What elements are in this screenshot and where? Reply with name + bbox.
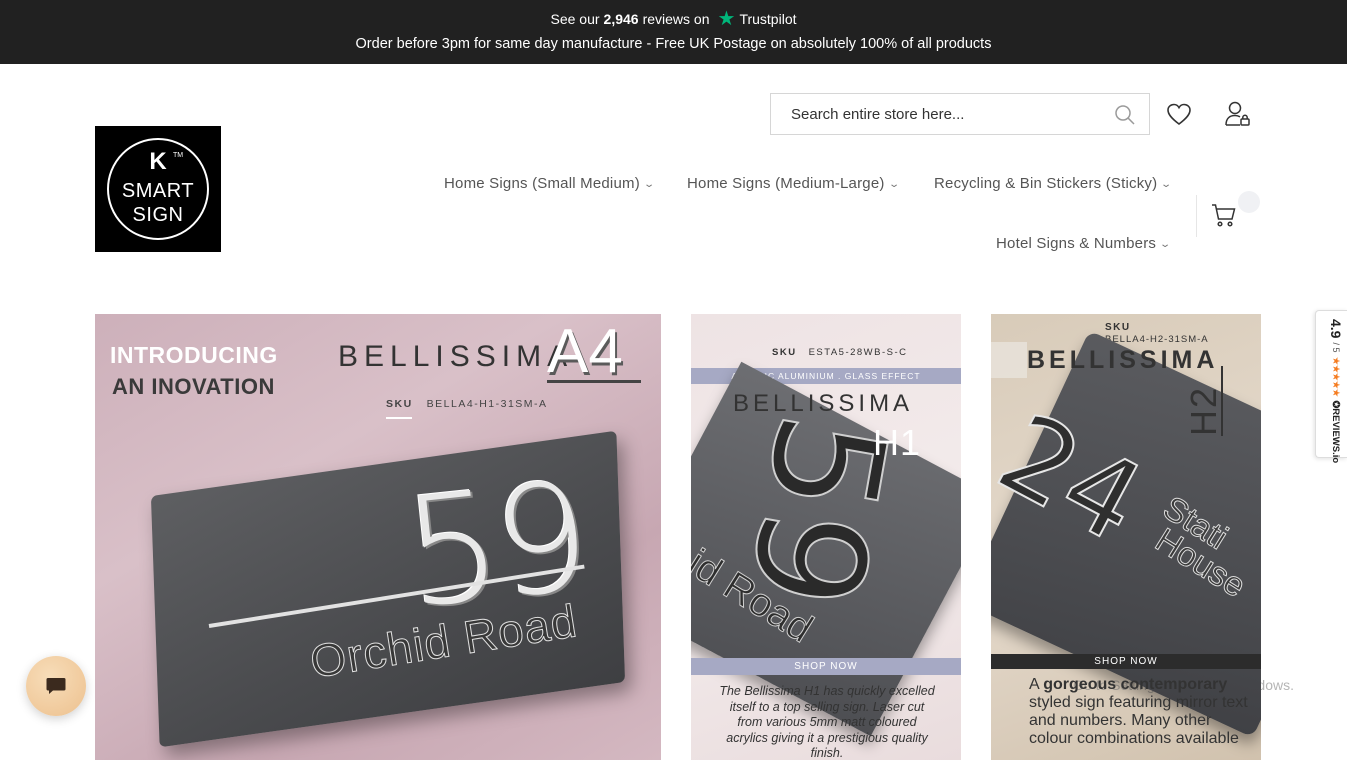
sku-label: SKU (386, 398, 413, 410)
nav-label: Home Signs (Small Medium) (444, 175, 640, 192)
search-box (770, 93, 1150, 135)
banner-intro-line2: AN INOVATION (112, 374, 275, 399)
banner-bellissima-h2[interactable]: SKU BELLA4-H2-31SM-A 24 Stati House BELL… (991, 314, 1261, 760)
announcement-bar: See our 2,946 reviews on ★ Trustpilot Or… (0, 0, 1347, 64)
chevron-down-icon: ⌄ (1160, 179, 1173, 190)
banner-bellissima-h1[interactable]: SKU ESTA5-28WB-S-C ACRYLIC ALUMINIUM . GL… (691, 314, 961, 760)
review-stars-icon: ★★★★★ (1330, 356, 1342, 397)
chevron-down-icon: ⌄ (887, 179, 900, 190)
trustpilot-brand: Trustpilot (739, 11, 797, 27)
banner-intro-line1: INTRODUCING (110, 342, 278, 368)
chevron-down-icon: ⌄ (643, 179, 656, 190)
banner-title: BELLISSIMA (1027, 346, 1219, 374)
logo-k: K (149, 148, 167, 175)
reviews-prefix: See our (550, 11, 600, 27)
chevron-down-icon: ⌄ (1159, 239, 1172, 250)
logo-ring: K TM SMART SIGN (107, 138, 209, 240)
trustpilot-link[interactable]: See our 2,946 reviews on ★ Trustpilot (0, 8, 1347, 30)
nav-label: Recycling & Bin Stickers (Sticky) (934, 175, 1158, 192)
wishlist-heart-icon[interactable] (1165, 101, 1193, 129)
logo-sign: SIGN (132, 204, 184, 226)
nav-label: Home Signs (Medium-Large) (687, 175, 885, 192)
sku-value: BELLA4-H2-31SM-A (1105, 334, 1209, 345)
account-user-icon[interactable] (1223, 100, 1251, 128)
review-score: 4.9 (1328, 319, 1344, 339)
trustpilot-star-icon: ★ (717, 8, 736, 30)
promo-text: Order before 3pm for same day manufactur… (355, 36, 992, 52)
banner-sku: SKU BELLA4-H1-31SM-A (386, 398, 548, 410)
sku-label: SKU (772, 347, 797, 358)
shop-now-button[interactable]: SHOP NOW (691, 658, 961, 675)
banner-description: A gorgeous contemporary styled sign feat… (1029, 676, 1254, 748)
nav-home-signs-medium-large[interactable]: Home Signs (Medium-Large) ⌄ (687, 175, 900, 192)
sku-label: SKU (1105, 322, 1131, 333)
shop-now-button[interactable]: SHOP NOW (991, 654, 1261, 669)
banner-sku: SKU ESTA5-28WB-S-C (772, 347, 908, 358)
site-logo[interactable]: K TM SMART SIGN (95, 126, 221, 252)
logo-smart: SMART (121, 180, 195, 202)
reviews-tab-content: 4.9 / 5 ★★★★★ ✪REVIEWS.io (1328, 319, 1344, 463)
model-underline (547, 380, 641, 383)
cart-count-badge[interactable] (1238, 191, 1260, 213)
decorative-square (991, 342, 1027, 378)
banner-model: A4 (547, 317, 623, 386)
reviews-count: 2,946 (603, 11, 639, 27)
shopping-cart-icon[interactable] (1210, 201, 1238, 229)
banner-model: H2 (1183, 385, 1224, 436)
reviews-io-tab[interactable]: 4.9 / 5 ★★★★★ ✪REVIEWS.io (1315, 310, 1347, 463)
nav-hotel-signs-numbers[interactable]: Hotel Signs & Numbers ⌄ (996, 235, 1172, 252)
banner-description: The Bellissima H1 has quickly excelled i… (719, 684, 935, 760)
desc-bold: gorgeous contemporary (1043, 676, 1228, 693)
banner-bellissima-a4[interactable]: INTRODUCING AN INOVATION BELLISSIMA A4 S… (95, 314, 661, 760)
reviews-brand: ✪REVIEWS.io (1330, 400, 1342, 464)
chat-bubble-icon (46, 678, 66, 694)
banner-title: BELLISSIMA (733, 390, 914, 417)
banner-model: H1 (873, 422, 922, 463)
review-scale: / 5 (1331, 342, 1341, 353)
cart-divider (1196, 195, 1197, 237)
desc-rest: styled sign featuring mirror text and nu… (1029, 694, 1248, 747)
sku-underline (386, 417, 412, 419)
nav-home-signs-small-medium[interactable]: Home Signs (Small Medium) ⌄ (444, 175, 656, 192)
nav-label: Hotel Signs & Numbers (996, 235, 1157, 252)
desc-a: A (1029, 676, 1039, 693)
sku-value: ESTA5-28WB-S-C (808, 347, 908, 358)
banner-title: BELLISSIMA (338, 340, 574, 373)
chat-button[interactable] (26, 656, 86, 716)
logo-tm: TM (173, 152, 184, 159)
reviews-suffix: reviews on (642, 11, 710, 27)
search-input[interactable] (771, 94, 1101, 134)
search-icon[interactable] (1113, 103, 1137, 127)
sku-value: BELLA4-H1-31SM-A (426, 398, 548, 410)
nav-recycling-bin-stickers[interactable]: Recycling & Bin Stickers (Sticky) ⌄ (934, 175, 1173, 192)
